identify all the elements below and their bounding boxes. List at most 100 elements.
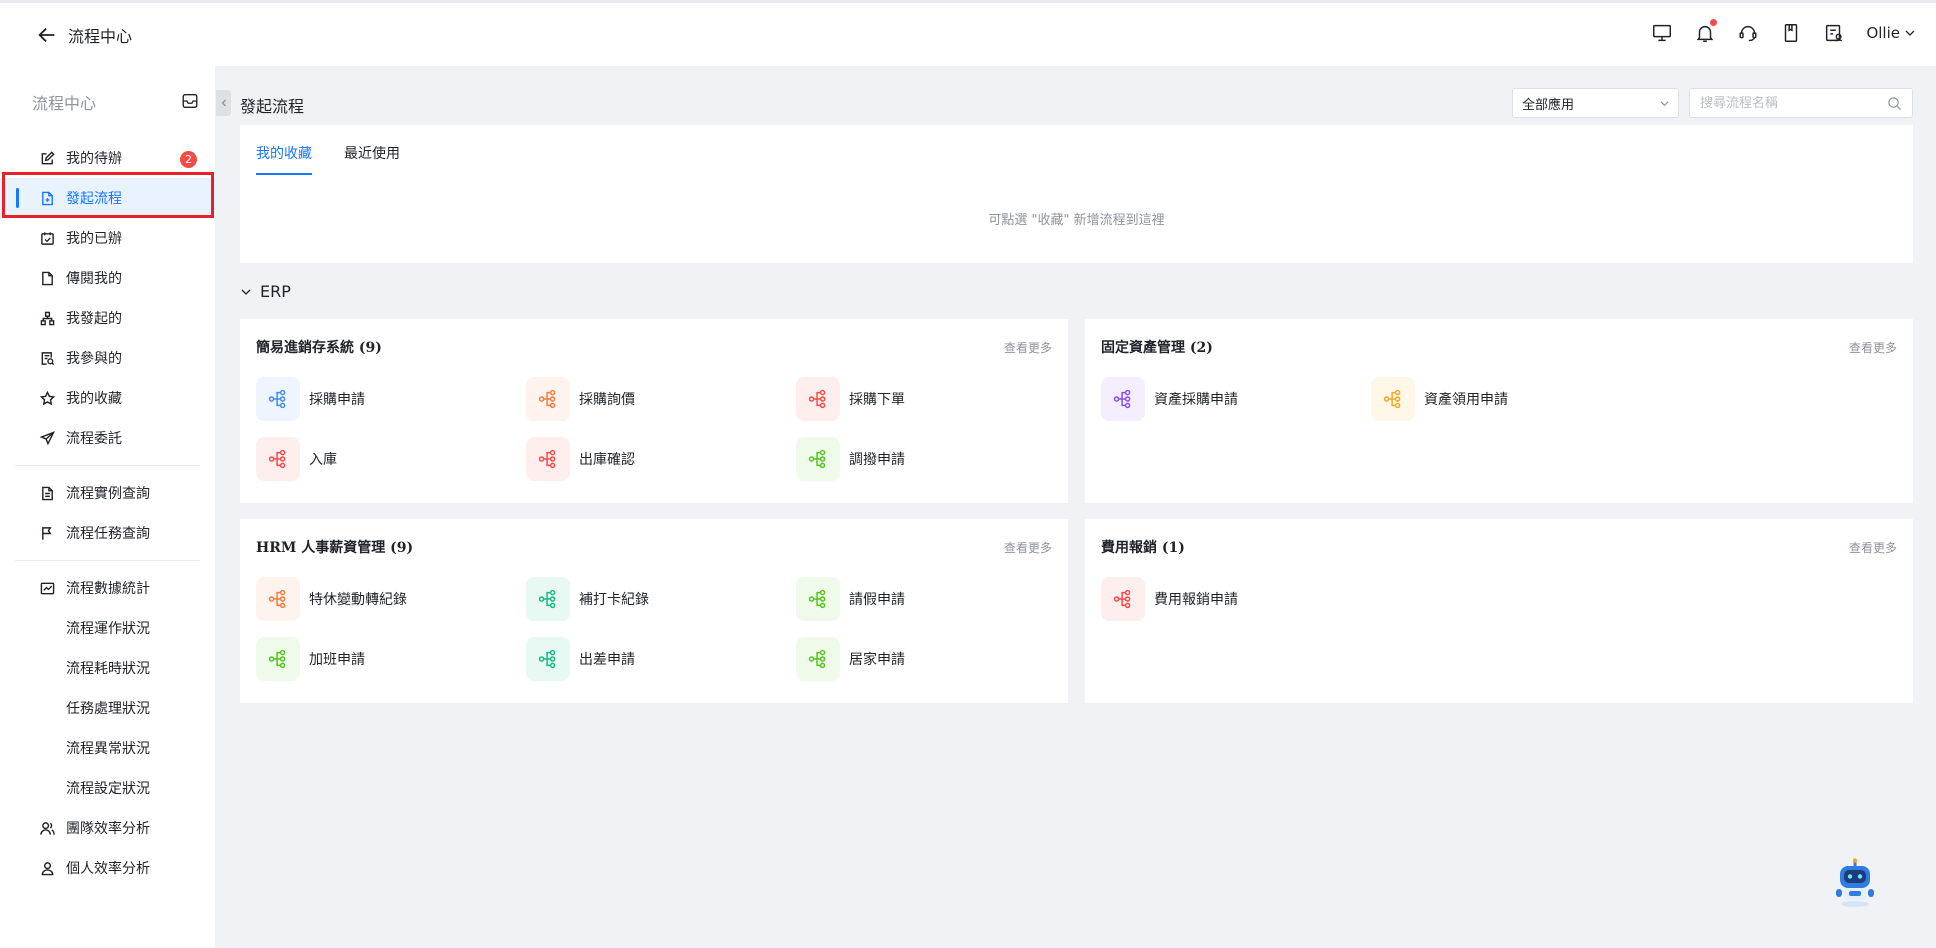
top-bar: 流程中心 Ollie (0, 0, 1936, 66)
view-more-link[interactable]: 查看更多 (1849, 339, 1897, 356)
process-label: 出庫確認 (579, 452, 635, 468)
sidebar-item-initiated[interactable]: 我發起的 (0, 298, 215, 338)
sidebar-title: 流程中心 (32, 94, 97, 113)
process-item[interactable]: 入庫 (256, 437, 337, 481)
sidebar-item-statistics[interactable]: 流程數據統計 (0, 568, 215, 608)
process-item[interactable]: 出庫確認 (526, 437, 635, 481)
sidebar-item-favorites[interactable]: 我的收藏 (0, 378, 215, 418)
app-filter-value: 全部應用 (1522, 97, 1575, 113)
sidebar-item-label: 流程數據統計 (66, 581, 150, 597)
robot-assistant-icon[interactable] (1832, 858, 1878, 908)
process-label: 採購下單 (849, 392, 905, 408)
card-title: HRM 人事薪資管理 (9) (256, 540, 414, 556)
process-item[interactable]: 採購申請 (256, 377, 365, 421)
todo-count-badge: 2 (180, 151, 197, 168)
sidebar-item-label: 個人效率分析 (66, 861, 150, 877)
tab-my-favorites[interactable]: 我的收藏 (256, 143, 312, 175)
sidebar-item-team-efficiency[interactable]: 團隊效率分析 (0, 808, 215, 848)
sidebar-item-task-query[interactable]: 流程任務查詢 (0, 513, 215, 553)
process-item[interactable]: 調撥申請 (796, 437, 905, 481)
collapse-sidebar-button[interactable] (216, 90, 231, 116)
sidebar-item-label: 流程委託 (66, 431, 122, 447)
sidebar-item-label: 發起流程 (66, 191, 122, 207)
workflow-icon (256, 437, 300, 481)
search-input[interactable] (1690, 89, 1870, 117)
sidebar-item-label: 我的收藏 (66, 391, 122, 407)
process-item[interactable]: 採購下單 (796, 377, 905, 421)
sidebar: 流程中心 我的待辦 2 發起流程 我的已辦 傳閱我的 我發起的 我參與的 我的收… (0, 66, 215, 948)
process-label: 採購申請 (309, 392, 365, 408)
file-search-icon (41, 351, 55, 365)
process-label: 出差申請 (579, 652, 635, 668)
chevron-down-icon (241, 289, 251, 295)
app-filter-select[interactable]: 全部應用 (1512, 88, 1679, 118)
sidebar-item-exception-status[interactable]: 流程異常狀況 (0, 728, 215, 768)
user-icon (41, 861, 54, 875)
sidebar-item-instance-query[interactable]: 流程實例查詢 (0, 473, 215, 513)
empty-favorites-message: 可點選 "收藏" 新增流程到這裡 (988, 213, 1165, 228)
workflow-icon (796, 437, 840, 481)
user-name: Ollie (1866, 24, 1900, 42)
sidebar-item-duration-status[interactable]: 流程耗時狀況 (0, 648, 215, 688)
workflow-icon (256, 377, 300, 421)
sidebar-item-settings-status[interactable]: 流程設定狀況 (0, 768, 215, 808)
sidebar-item-label: 流程設定狀況 (66, 781, 150, 797)
headset-icon[interactable] (1736, 21, 1760, 45)
workflow-icon (526, 437, 570, 481)
app-title: 流程中心 (68, 27, 133, 46)
chevron-left-icon (221, 99, 226, 107)
process-label: 費用報銷申請 (1154, 592, 1238, 608)
sidebar-item-todo[interactable]: 我的待辦 2 (0, 138, 215, 178)
app-card-hrm: HRM 人事薪資管理 (9) 查看更多 特休變動轉紀錄 補打卡紀錄 請假申請 加… (240, 519, 1068, 703)
sidebar-item-personal-efficiency[interactable]: 個人效率分析 (0, 848, 215, 888)
sidebar-divider (15, 560, 200, 561)
search-icon[interactable] (1887, 96, 1902, 111)
process-item[interactable]: 請假申請 (796, 577, 905, 621)
sidebar-item-label: 任務處理狀況 (66, 701, 150, 717)
sidebar-item-task-status[interactable]: 任務處理狀況 (0, 688, 215, 728)
process-item[interactable]: 居家申請 (796, 637, 905, 681)
sidebar-item-operation-status[interactable]: 流程運作狀況 (0, 608, 215, 648)
contact-card-icon[interactable] (1822, 21, 1846, 45)
sidebar-item-done[interactable]: 我的已辦 (0, 218, 215, 258)
tab-recently-used[interactable]: 最近使用 (344, 143, 400, 175)
bell-icon[interactable] (1693, 19, 1718, 45)
file-add-icon (42, 191, 53, 205)
process-item[interactable]: 費用報銷申請 (1101, 577, 1238, 621)
process-item[interactable]: 加班申請 (256, 637, 365, 681)
process-label: 入庫 (309, 452, 337, 468)
sidebar-item-label: 傳閱我的 (66, 271, 122, 287)
sidebar-item-label: 團隊效率分析 (66, 821, 150, 837)
view-more-link[interactable]: 查看更多 (1849, 539, 1897, 556)
sidebar-item-label: 我的已辦 (66, 231, 122, 247)
process-label: 居家申請 (849, 652, 905, 668)
inbox-icon[interactable] (181, 92, 199, 110)
process-item[interactable]: 特休變動轉紀錄 (256, 577, 407, 621)
edit-icon (41, 150, 55, 164)
search-box (1689, 88, 1913, 118)
bookmark-icon[interactable] (1779, 21, 1803, 45)
sidebar-item-delegation[interactable]: 流程委託 (0, 418, 215, 458)
user-menu[interactable]: Ollie (1866, 24, 1916, 42)
team-icon (40, 821, 55, 835)
process-item[interactable]: 採購詢價 (526, 377, 635, 421)
card-title: 費用報銷 (1) (1101, 540, 1185, 556)
erp-group-toggle[interactable]: ERP (240, 282, 291, 301)
sidebar-item-participated[interactable]: 我參與的 (0, 338, 215, 378)
monitor-icon[interactable] (1650, 21, 1674, 45)
process-label: 特休變動轉紀錄 (309, 592, 407, 608)
workflow-icon (796, 377, 840, 421)
view-more-link[interactable]: 查看更多 (1004, 339, 1052, 356)
sidebar-item-cc[interactable]: 傳閱我的 (0, 258, 215, 298)
sidebar-item-start-process[interactable]: 發起流程 (0, 178, 215, 218)
process-item[interactable]: 補打卡紀錄 (526, 577, 649, 621)
file-list-icon (42, 486, 53, 500)
back-button[interactable]: 流程中心 (36, 23, 132, 47)
process-item[interactable]: 資產領用申請 (1371, 377, 1508, 421)
view-more-link[interactable]: 查看更多 (1004, 539, 1052, 556)
arrow-left-icon (38, 27, 55, 43)
process-item[interactable]: 出差申請 (526, 637, 635, 681)
process-item[interactable]: 資產採購申請 (1101, 377, 1238, 421)
app-card-expense: 費用報銷 (1) 查看更多 費用報銷申請 (1085, 519, 1913, 703)
chart-icon (40, 582, 55, 594)
